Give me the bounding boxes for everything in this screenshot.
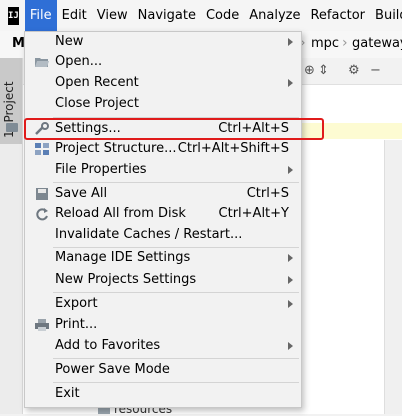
editor-gutter	[384, 140, 402, 414]
breadcrumb-item[interactable]: gateway	[352, 36, 402, 51]
shortcut-label: Ctrl+Alt+Y	[218, 206, 289, 221]
expand-all-icon[interactable]: ⊕	[304, 63, 315, 78]
menu-item-open[interactable]: Open...	[25, 52, 301, 73]
menu-item-add-to-favorites[interactable]: Add to Favorites	[25, 336, 301, 357]
submenu-arrow-icon	[288, 254, 293, 262]
folder-icon	[6, 123, 18, 132]
menu-edit[interactable]: Edit	[57, 0, 92, 31]
folder-open-icon	[35, 58, 49, 67]
menu-separator	[53, 358, 299, 359]
menu-item-exit[interactable]: Exit	[25, 384, 301, 405]
menu-item-new[interactable]: New	[25, 32, 301, 53]
main-menu-bar: IJ File Edit View Navigate Code Analyze …	[0, 0, 402, 32]
menu-item-manage-ide-settings[interactable]: Manage IDE Settings	[25, 248, 301, 269]
menu-view[interactable]: View	[92, 0, 133, 31]
menu-item-export[interactable]: Export	[25, 294, 301, 315]
left-tool-stripe: 1: Project	[0, 58, 23, 414]
chevron-right-icon: ›	[342, 35, 348, 51]
project-structure-icon	[35, 143, 49, 155]
shortcut-label: Ctrl+Alt+Shift+S	[177, 141, 289, 156]
breadcrumb-item[interactable]: mpc	[311, 36, 339, 51]
menu-analyze[interactable]: Analyze	[244, 0, 305, 31]
hide-icon[interactable]: −	[370, 63, 381, 78]
file-menu-dropdown: New Open... Open Recent Close Project Se…	[24, 31, 302, 408]
submenu-arrow-icon	[288, 79, 293, 87]
submenu-arrow-icon	[288, 276, 293, 284]
menu-build[interactable]: Build	[370, 0, 402, 31]
menu-item-power-save-mode[interactable]: Power Save Mode	[25, 360, 301, 381]
menu-item-save-all[interactable]: Save All Ctrl+S	[25, 184, 301, 205]
submenu-arrow-icon	[288, 38, 293, 46]
collapse-all-icon[interactable]: ⇕	[318, 63, 329, 78]
submenu-arrow-icon	[288, 166, 293, 174]
menu-item-file-properties[interactable]: File Properties	[25, 160, 301, 181]
menu-item-print[interactable]: Print...	[25, 315, 301, 336]
menu-item-new-projects-settings[interactable]: New Projects Settings	[25, 270, 301, 291]
menu-file[interactable]: File	[24, 0, 57, 31]
save-icon	[36, 188, 48, 200]
print-icon	[35, 319, 49, 331]
reload-icon	[36, 208, 48, 221]
menu-refactor[interactable]: Refactor	[305, 0, 370, 31]
menu-item-project-structure[interactable]: Project Structure... Ctrl+Alt+Shift+S	[25, 139, 301, 160]
menu-separator	[53, 292, 299, 293]
shortcut-label: Ctrl+S	[246, 186, 289, 201]
menu-code[interactable]: Code	[201, 0, 244, 31]
intellij-logo-icon: IJ	[8, 6, 19, 25]
menu-navigate[interactable]: Navigate	[133, 0, 201, 31]
menu-item-close-project[interactable]: Close Project	[25, 94, 301, 115]
menu-item-reload-all[interactable]: Reload All from Disk Ctrl+Alt+Y	[25, 204, 301, 225]
submenu-arrow-icon	[288, 300, 293, 308]
annotation-highlight-box	[24, 118, 324, 140]
menu-item-invalidate-caches[interactable]: Invalidate Caches / Restart...	[25, 225, 301, 246]
menu-separator	[53, 182, 299, 183]
submenu-arrow-icon	[288, 342, 293, 350]
gear-icon[interactable]: ⚙	[348, 63, 360, 78]
menu-separator	[53, 382, 299, 383]
menu-item-open-recent[interactable]: Open Recent	[25, 73, 301, 94]
